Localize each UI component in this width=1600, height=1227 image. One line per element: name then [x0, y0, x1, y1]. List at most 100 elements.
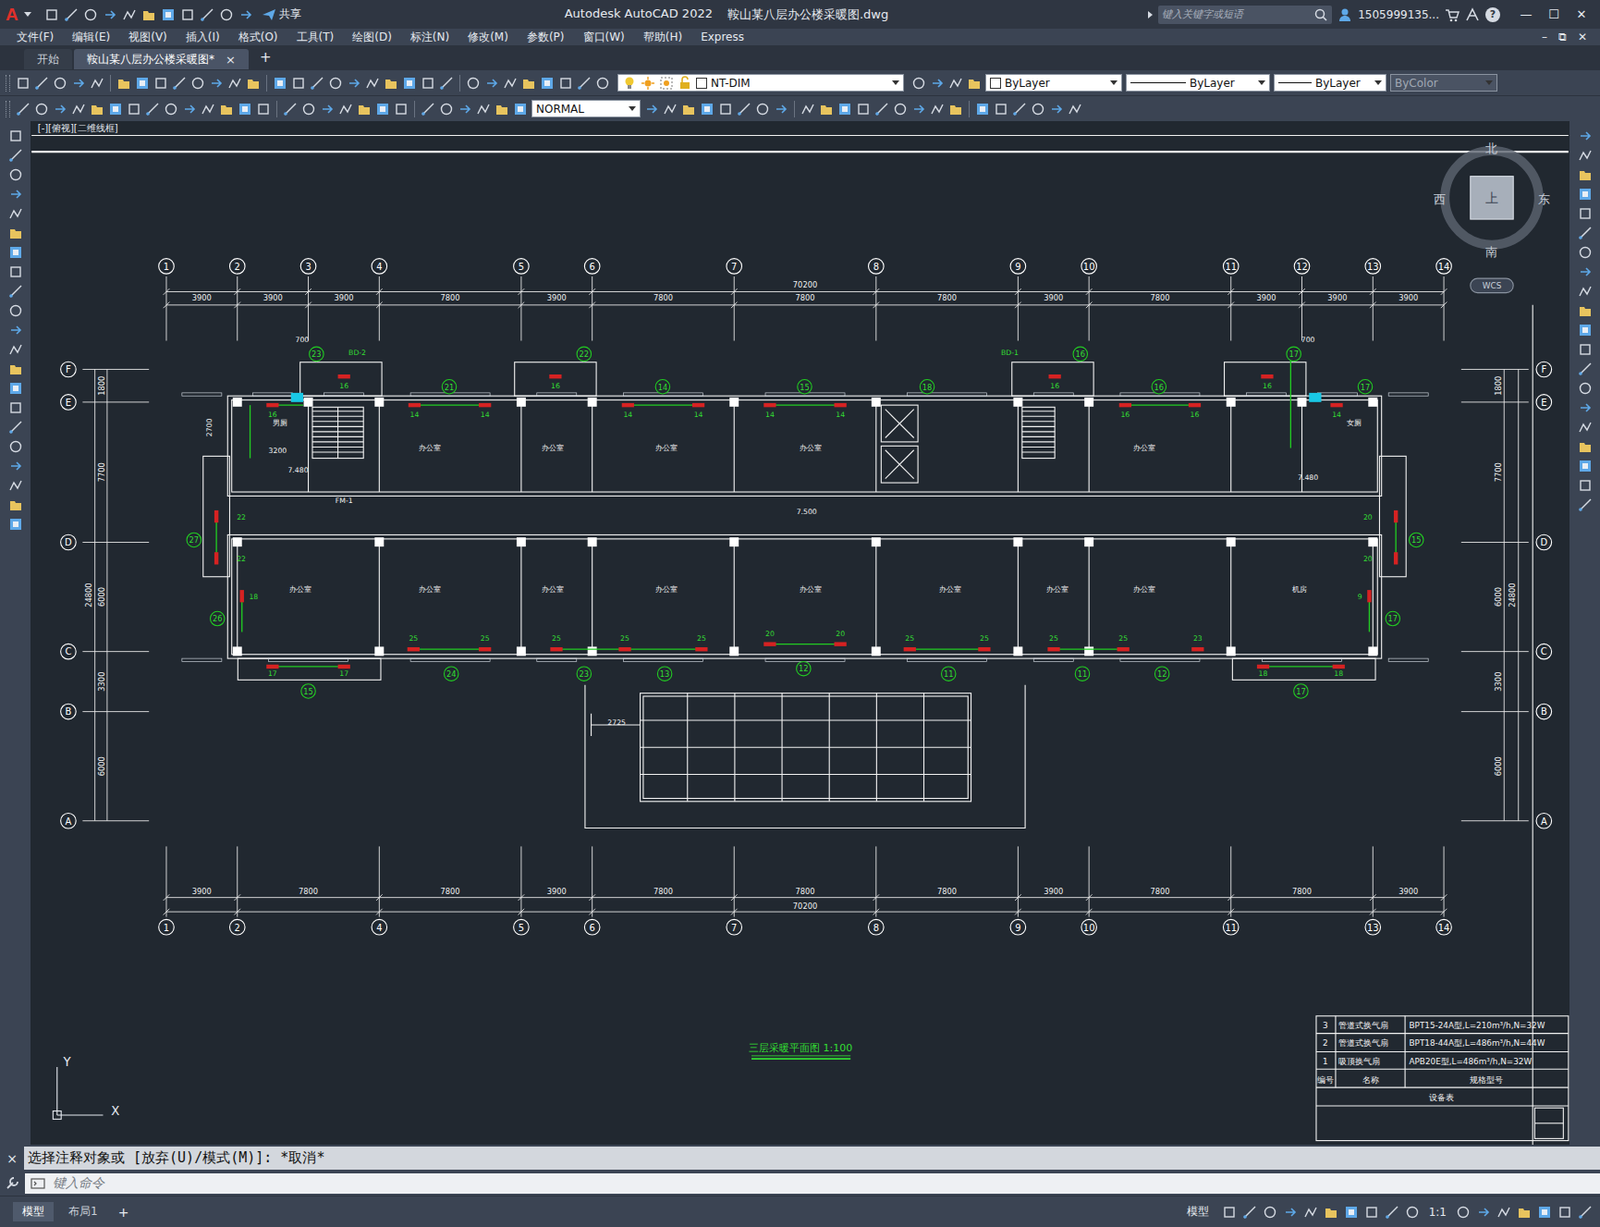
menu-item[interactable]: 格式(O) [229, 29, 288, 46]
room-label[interactable]: 办公室 [1046, 585, 1069, 594]
close-command-line-button[interactable]: × [0, 1146, 25, 1170]
toolbar-tool-icon[interactable] [662, 101, 678, 117]
viewport-controls-label[interactable]: [-][俯视][二维线框] [37, 122, 119, 134]
modify-tool-icon[interactable] [1577, 283, 1593, 299]
window-control-button[interactable]: ☐ [1540, 7, 1567, 22]
menu-item[interactable]: Express [691, 30, 754, 44]
toolbar-tool-icon[interactable] [34, 75, 49, 91]
toolbar-tool-icon[interactable] [644, 101, 660, 117]
toolbar-tool-icon[interactable] [200, 101, 216, 117]
autodesk-icon[interactable] [1465, 7, 1480, 23]
radiator[interactable]: 25 [407, 634, 420, 651]
toolbar-tool-icon[interactable] [365, 75, 380, 91]
modify-tool-icon[interactable] [1577, 361, 1593, 377]
document-control-button[interactable]: ⧉ [1552, 30, 1573, 44]
layer-tool-icon[interactable] [929, 75, 945, 91]
toolbar-tool-icon[interactable] [346, 75, 362, 91]
toolbar-tool-icon[interactable] [1067, 101, 1083, 117]
linetype-dropdown[interactable]: ByLayer [1125, 73, 1271, 92]
toolbar-tool-icon[interactable] [420, 101, 436, 117]
quick-access-icon[interactable] [141, 7, 157, 23]
toolbar-tool-icon[interactable] [134, 75, 150, 91]
toolbar-tool-icon[interactable] [1049, 101, 1064, 117]
room-label[interactable]: 办公室 [289, 585, 312, 594]
radiator[interactable]: 22 [214, 510, 246, 523]
radiator-tag[interactable]: 15 [301, 683, 316, 698]
radiator-tag[interactable]: 16 [1151, 379, 1166, 394]
draw-tool-icon[interactable] [8, 439, 24, 454]
drawing-canvas[interactable]: [-][俯视][二维线框]702003900390039007800390078… [30, 121, 1570, 1145]
toolbar-tool-icon[interactable] [291, 75, 306, 91]
draw-tool-icon[interactable] [8, 380, 24, 396]
room-label[interactable]: 办公室 [655, 443, 678, 452]
draw-tool-icon[interactable] [8, 167, 24, 183]
status-toggle-icon[interactable] [1221, 1204, 1237, 1220]
equipment-row[interactable]: 1吸顶换气扇APB20E型,L=486m³/h,N=32W [1322, 1056, 1532, 1066]
radiator[interactable]: 25 [695, 634, 708, 651]
draw-tool-icon[interactable] [8, 361, 24, 377]
toolbar-tool-icon[interactable] [383, 75, 399, 91]
radiator[interactable]: 25 [478, 634, 491, 651]
radiator[interactable]: 25 [1047, 634, 1060, 651]
draw-tool-icon[interactable] [8, 244, 24, 260]
menu-item[interactable]: 标注(N) [401, 29, 459, 46]
radiator-tag[interactable]: 12 [1154, 666, 1169, 681]
cart-icon[interactable] [1444, 7, 1460, 23]
toolbar-tool-icon[interactable] [309, 75, 325, 91]
modify-tool-icon[interactable] [1577, 186, 1593, 202]
status-tool-icon[interactable] [1537, 1204, 1552, 1220]
modify-tool-icon[interactable] [1577, 264, 1593, 280]
room-label[interactable]: 办公室 [799, 585, 822, 594]
toolbar-tool-icon[interactable] [718, 101, 733, 117]
toolbar-tool-icon[interactable] [163, 101, 179, 117]
menu-item[interactable]: 参数(P) [517, 29, 575, 46]
toolbar-tool-icon[interactable] [282, 101, 298, 117]
modify-tool-icon[interactable] [1577, 400, 1593, 416]
menu-item[interactable]: 帮助(H) [634, 29, 692, 46]
toolbar-tool-icon[interactable] [993, 101, 1009, 117]
tab-close-button[interactable]: × [225, 52, 236, 67]
radiator[interactable]: 16 [1119, 403, 1132, 419]
toolbar-tool-icon[interactable] [71, 101, 86, 117]
radiator[interactable]: 25 [1117, 634, 1130, 651]
document-control-button[interactable]: ✕ [1572, 30, 1593, 44]
toolbar-tool-icon[interactable] [818, 101, 834, 117]
modify-tool-icon[interactable] [1577, 128, 1593, 144]
toolbar-tool-icon[interactable] [439, 101, 454, 117]
toolbar-tool-icon[interactable] [15, 75, 31, 91]
radiator[interactable]: 16 [266, 403, 279, 419]
toolbar-tool-icon[interactable] [476, 101, 491, 117]
toolbar-tool-icon[interactable] [89, 101, 105, 117]
quick-access-icon[interactable] [63, 7, 79, 23]
file-tab[interactable]: 开始 [24, 48, 73, 70]
toolbar-tool-icon[interactable] [190, 75, 206, 91]
annotation[interactable]: 700 [295, 335, 310, 344]
toolbar-tool-icon[interactable] [116, 75, 132, 91]
toolbar-tool-icon[interactable] [512, 101, 528, 117]
prompt-icon[interactable] [30, 1175, 46, 1191]
toolbar-tool-icon[interactable] [245, 75, 261, 91]
toolbar-tool-icon[interactable] [182, 101, 197, 117]
menu-item[interactable]: 视图(V) [119, 29, 177, 46]
status-toggle-icon[interactable] [1384, 1204, 1400, 1220]
status-toggle-icon[interactable] [1404, 1204, 1420, 1220]
toolbar-tool-icon[interactable] [208, 75, 224, 91]
draw-tool-icon[interactable] [8, 225, 24, 241]
modify-tool-icon[interactable] [1577, 419, 1593, 435]
radiator[interactable]: 25 [903, 634, 917, 651]
draw-tool-icon[interactable] [8, 458, 24, 474]
toolbar-tool-icon[interactable] [736, 101, 752, 117]
toolbar-tool-icon[interactable] [227, 75, 243, 91]
radiator-tag[interactable]: 27 [186, 532, 201, 547]
plot-style-dropdown[interactable]: ByColor [1390, 73, 1498, 92]
lineweight-dropdown[interactable]: ByLayer [1273, 73, 1387, 92]
draw-tool-icon[interactable] [8, 303, 24, 318]
toolbar-tool-icon[interactable] [145, 101, 160, 117]
modify-tool-icon[interactable] [1577, 147, 1593, 163]
toolbar-tool-icon[interactable] [356, 101, 372, 117]
quick-access-icon[interactable] [122, 7, 137, 23]
toolbar-tool-icon[interactable] [71, 75, 86, 91]
toolbar-tool-icon[interactable] [465, 75, 481, 91]
document-control-button[interactable]: – [1536, 30, 1553, 44]
toolbar-tool-icon[interactable] [171, 75, 187, 91]
